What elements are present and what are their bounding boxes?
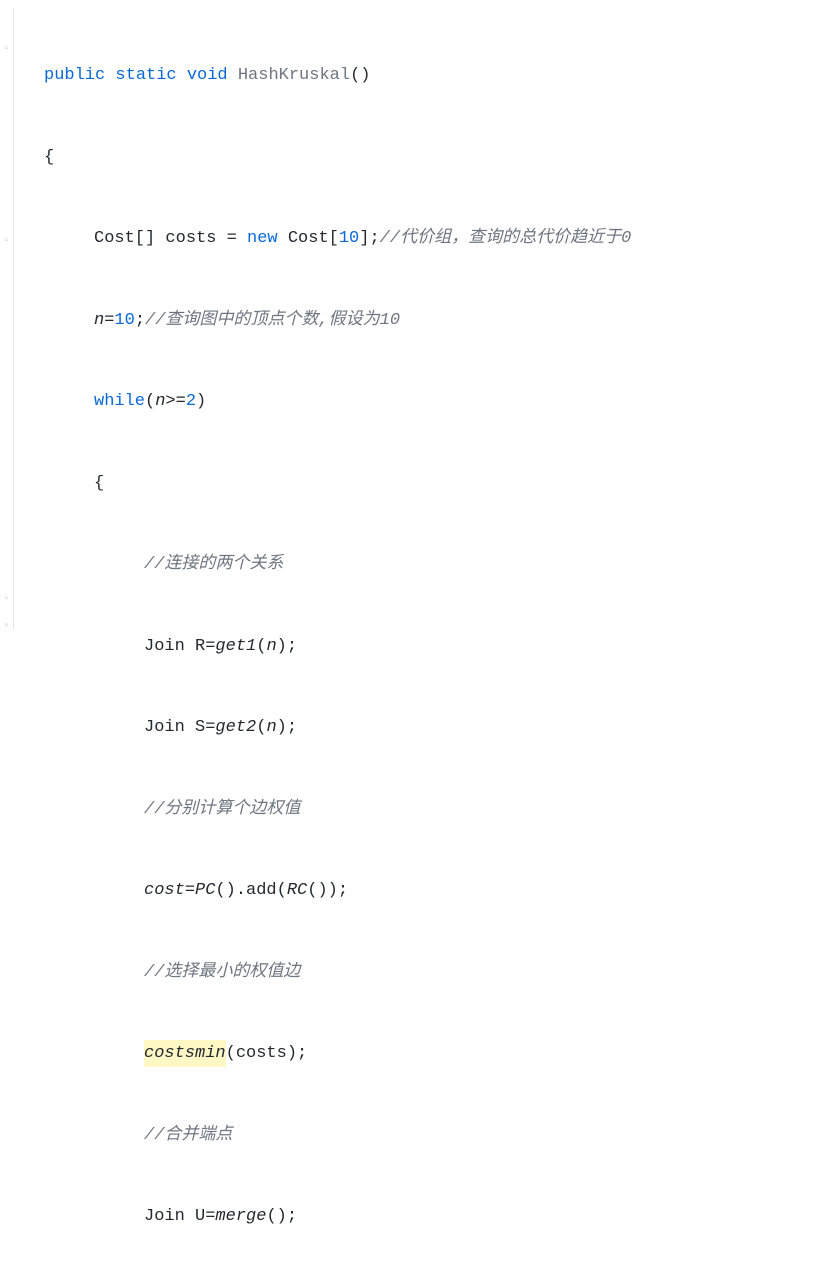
fold-indicator[interactable] bbox=[0, 256, 13, 284]
code-line: Join S=get2(n); bbox=[44, 714, 631, 742]
code-text: Cost[ bbox=[278, 225, 339, 252]
operator: = bbox=[205, 714, 215, 741]
code-text: ()); bbox=[307, 877, 348, 904]
comment: //合并端点 bbox=[144, 1122, 232, 1149]
code-line: //分别计算个边权值 bbox=[44, 796, 631, 824]
operator: = bbox=[104, 307, 114, 334]
paren: ( bbox=[256, 714, 266, 741]
fold-indicator[interactable] bbox=[0, 393, 13, 421]
code-line: //选择最小的权值边 bbox=[44, 959, 631, 987]
brace: { bbox=[44, 144, 54, 171]
function-call: RC bbox=[287, 877, 307, 904]
variable: n bbox=[266, 633, 276, 660]
function-call: get2 bbox=[215, 714, 256, 741]
variable: n bbox=[155, 388, 165, 415]
code-line: Join U=merge(); bbox=[44, 1203, 631, 1231]
keyword: new bbox=[247, 225, 278, 252]
paren: ( bbox=[256, 633, 266, 660]
paren: (); bbox=[266, 1203, 297, 1230]
code-text: Join S bbox=[144, 714, 205, 741]
code-line: { bbox=[44, 470, 631, 498]
operator: >= bbox=[165, 388, 185, 415]
comment: //代价组，查询的总代价趋近于0 bbox=[380, 225, 632, 252]
operator: = bbox=[205, 1203, 215, 1230]
fold-indicator[interactable] bbox=[0, 421, 13, 449]
fold-indicator[interactable] bbox=[0, 531, 13, 559]
code-text: Join R bbox=[144, 633, 205, 660]
operator: = bbox=[185, 877, 195, 904]
number-literal: 10 bbox=[114, 307, 134, 334]
code-content[interactable]: public static void HashKruskal() { Cost[… bbox=[14, 8, 631, 630]
fold-indicator[interactable]: ▫ bbox=[0, 613, 13, 641]
code-line: Join R=get1(n); bbox=[44, 633, 631, 661]
code-line: n=10;//查询图中的顶点个数,假设为10 bbox=[44, 307, 631, 335]
parentheses: () bbox=[350, 62, 370, 89]
code-line: Cost[] costs = new Cost[10];//代价组，查询的总代价… bbox=[44, 225, 631, 253]
fold-indicator[interactable]: ▫ bbox=[0, 36, 13, 64]
fold-indicator[interactable]: ▫ bbox=[0, 228, 13, 256]
fold-indicator[interactable] bbox=[0, 283, 13, 311]
code-text: ().add( bbox=[215, 877, 286, 904]
fold-indicator[interactable] bbox=[0, 173, 13, 201]
fold-indicator[interactable] bbox=[0, 476, 13, 504]
paren: ( bbox=[145, 388, 155, 415]
code-line: { bbox=[44, 144, 631, 172]
code-line: //合并端点 bbox=[44, 1122, 631, 1150]
function-call: PC bbox=[195, 877, 215, 904]
code-line: //连接的两个关系 bbox=[44, 551, 631, 579]
paren: ); bbox=[277, 714, 297, 741]
function-name: HashKruskal bbox=[228, 62, 350, 89]
operator: = bbox=[205, 633, 215, 660]
fold-gutter: ▫ ▫ ▫ ▫ bbox=[0, 8, 14, 630]
fold-indicator[interactable] bbox=[0, 63, 13, 91]
code-text: Join U bbox=[144, 1203, 205, 1230]
fold-indicator[interactable] bbox=[0, 503, 13, 531]
fold-indicator[interactable] bbox=[0, 201, 13, 229]
comment: //连接的两个关系 bbox=[144, 551, 283, 578]
keyword: public static void bbox=[44, 62, 228, 89]
number-literal: 2 bbox=[186, 388, 196, 415]
code-text: ]; bbox=[359, 225, 379, 252]
comment: //分别计算个边权值 bbox=[144, 796, 300, 823]
function-call: merge bbox=[215, 1203, 266, 1230]
code-line: costsmin(costs); bbox=[44, 1040, 631, 1068]
comment: //查询图中的顶点个数,假设为10 bbox=[145, 307, 400, 334]
code-text: (costs); bbox=[226, 1040, 308, 1067]
fold-indicator[interactable] bbox=[0, 366, 13, 394]
code-line: public static void HashKruskal() bbox=[44, 62, 631, 90]
variable: n bbox=[266, 714, 276, 741]
code-line: while(n>=2) bbox=[44, 388, 631, 416]
brace: { bbox=[94, 470, 104, 497]
fold-indicator[interactable] bbox=[0, 338, 13, 366]
fold-indicator[interactable]: ▫ bbox=[0, 586, 13, 614]
paren: ) bbox=[196, 388, 206, 415]
fold-indicator[interactable] bbox=[0, 558, 13, 586]
fold-indicator[interactable] bbox=[0, 448, 13, 476]
code-text: Cost[] costs = bbox=[94, 225, 247, 252]
code-line: cost=PC().add(RC()); bbox=[44, 877, 631, 905]
fold-indicator[interactable] bbox=[0, 91, 13, 119]
fold-indicator[interactable] bbox=[0, 311, 13, 339]
fold-indicator[interactable] bbox=[0, 146, 13, 174]
paren: ); bbox=[277, 633, 297, 660]
code-editor: ▫ ▫ ▫ ▫ public static void HashKruskal()… bbox=[0, 8, 820, 630]
variable: cost bbox=[144, 877, 185, 904]
fold-indicator[interactable] bbox=[0, 118, 13, 146]
semicolon: ; bbox=[135, 307, 145, 334]
highlighted-function: costsmin bbox=[144, 1040, 226, 1067]
fold-indicator[interactable] bbox=[0, 8, 13, 36]
comment: //选择最小的权值边 bbox=[144, 959, 300, 986]
number-literal: 10 bbox=[339, 225, 359, 252]
variable: n bbox=[94, 307, 104, 334]
function-call: get1 bbox=[215, 633, 256, 660]
keyword: while bbox=[94, 388, 145, 415]
